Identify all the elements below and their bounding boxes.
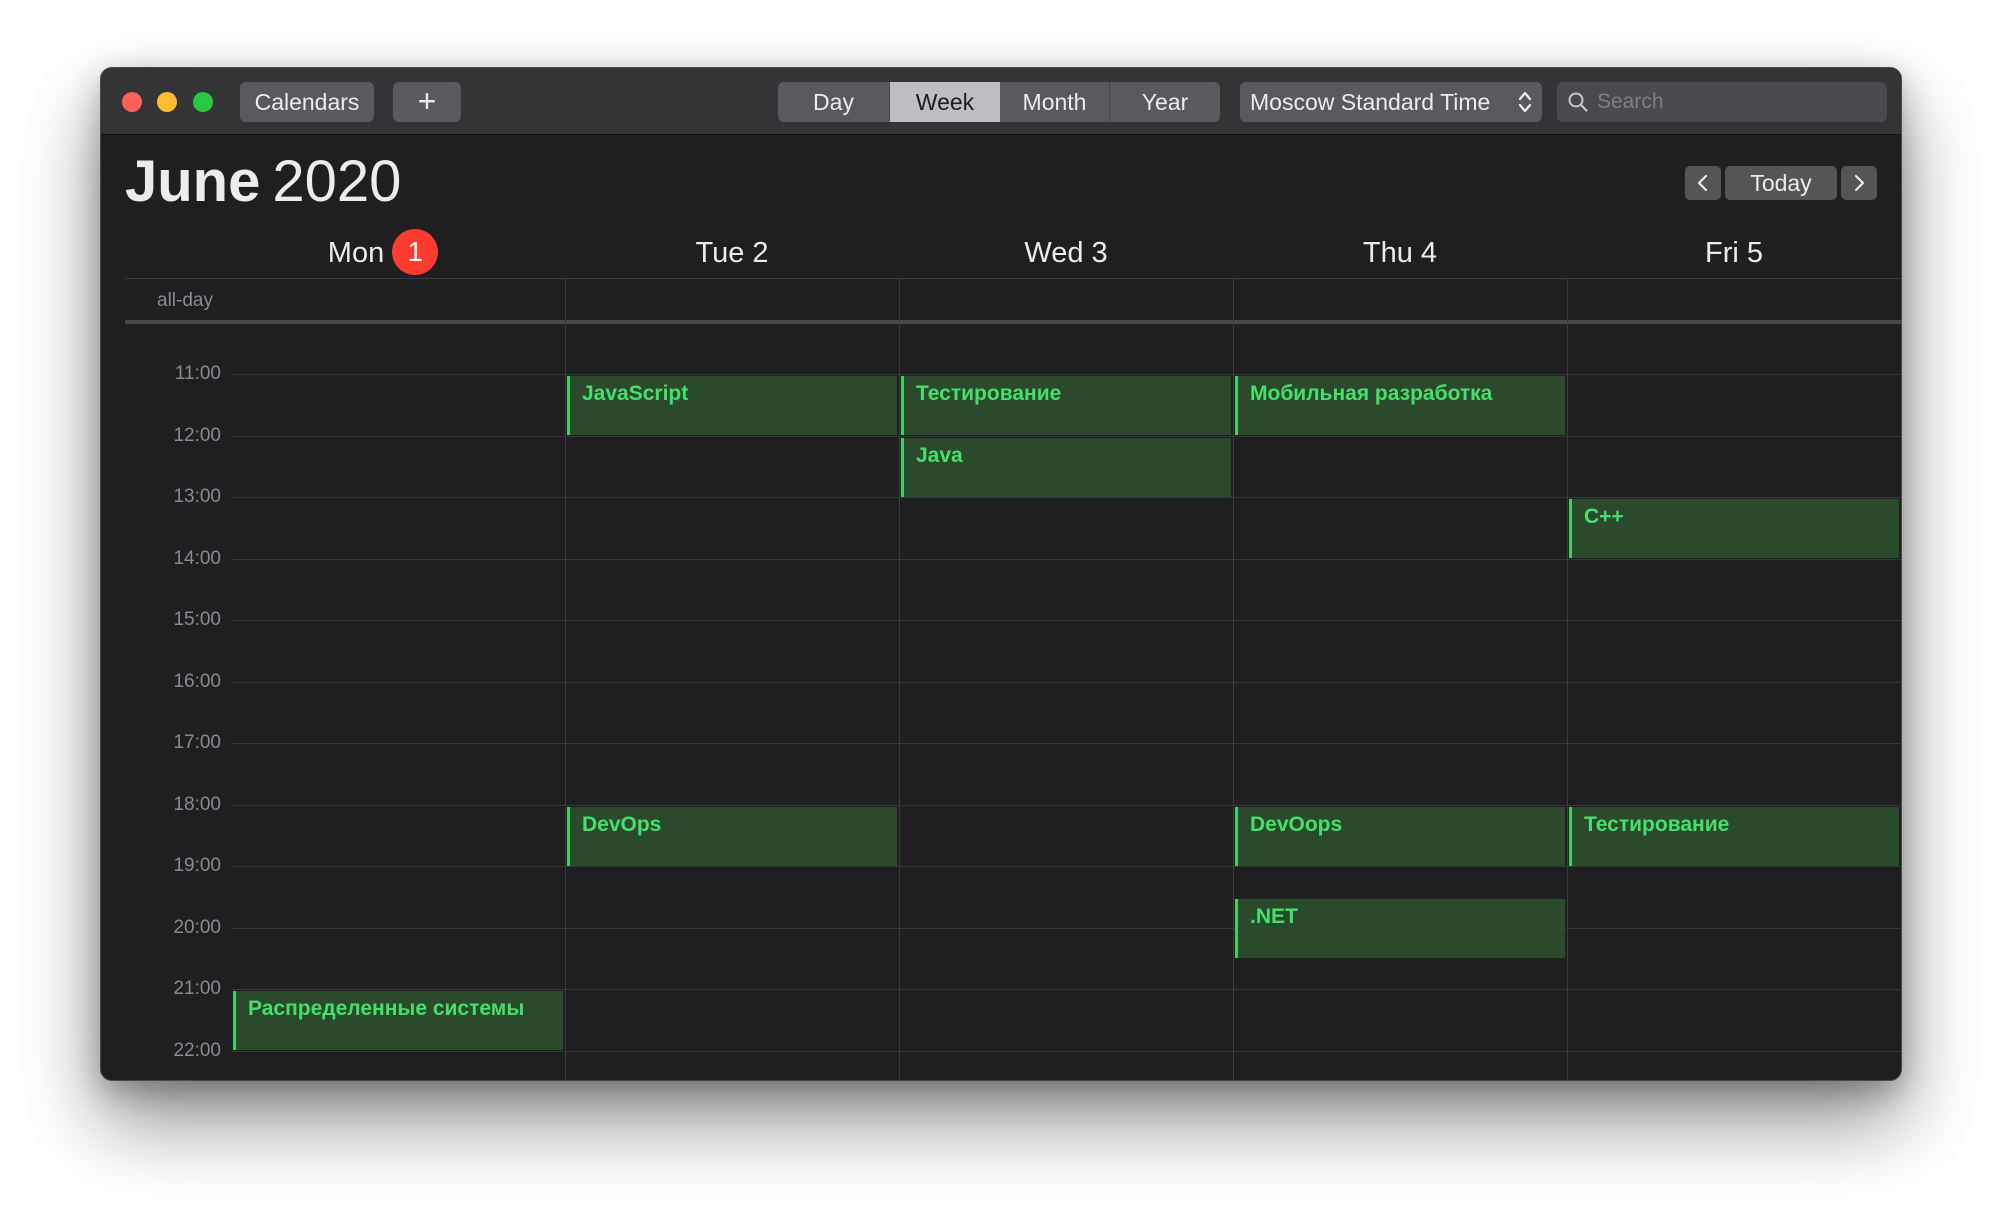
hour-gridline	[231, 743, 1901, 744]
event-title: .NET	[1250, 905, 1298, 928]
year-label: 2020	[272, 149, 402, 214]
view-day-tab[interactable]: Day	[778, 82, 890, 122]
hour-gridline	[231, 682, 1901, 683]
hour-gridline	[231, 436, 1901, 437]
event-title: DevOps	[582, 813, 662, 836]
minimize-window-button[interactable]	[157, 92, 177, 112]
calendar-event[interactable]: DevOps	[567, 807, 897, 866]
hour-gridline	[231, 989, 1901, 990]
column-divider	[565, 278, 566, 1080]
search-field[interactable]	[1557, 82, 1887, 122]
hour-gridline	[231, 497, 1901, 498]
timezone-label: Moscow Standard Time	[1250, 89, 1491, 115]
allday-label: all-day	[157, 290, 213, 311]
hour-label: 21:00	[173, 978, 221, 999]
hour-label: 11:00	[174, 363, 221, 384]
column-divider	[899, 278, 900, 1080]
hour-label: 20:00	[173, 917, 221, 938]
event-title: DevOops	[1250, 813, 1343, 836]
day-header-mon[interactable]: Mon 1	[231, 228, 535, 278]
today-date-badge: 1	[392, 229, 439, 276]
event-title: Тестирование	[916, 382, 1062, 405]
hour-label: 14:00	[173, 548, 221, 569]
updown-chevron-icon	[1518, 91, 1532, 113]
timezone-select[interactable]: Moscow Standard Time	[1240, 82, 1542, 122]
hour-label: 22:00	[173, 1040, 221, 1061]
hour-gridline	[231, 866, 1901, 867]
hour-gridline	[231, 805, 1901, 806]
search-icon	[1568, 92, 1588, 112]
day-header-wed[interactable]: Wed 3	[899, 228, 1233, 278]
chevron-left-icon	[1697, 174, 1708, 192]
column-divider	[1233, 278, 1234, 1080]
hour-label: 17:00	[173, 732, 221, 753]
calendar-event[interactable]: Тестирование	[901, 376, 1231, 435]
add-event-button[interactable]: +	[393, 82, 461, 122]
hour-label: 12:00	[173, 425, 221, 446]
month-title: June 2020	[125, 148, 401, 218]
calendar-event[interactable]: Мобильная разработка	[1235, 376, 1565, 435]
hour-gridline	[231, 620, 1901, 621]
event-title: C++	[1584, 505, 1624, 528]
hour-gridline	[231, 374, 1901, 375]
calendar-event[interactable]: Распределенные системы	[233, 991, 563, 1050]
toolbar: Calendars + Day Week Month Year Moscow S…	[101, 68, 1901, 135]
column-divider	[1567, 278, 1568, 1080]
day-header-fri[interactable]: Fri 5	[1567, 228, 1901, 278]
day-header-tue[interactable]: Tue 2	[565, 228, 899, 278]
hour-gridline	[231, 928, 1901, 929]
hour-label: 13:00	[173, 486, 221, 507]
allday-divider	[125, 320, 1901, 324]
calendar-window: Calendars + Day Week Month Year Moscow S…	[100, 67, 1902, 1081]
hour-gridline	[231, 1051, 1901, 1052]
hour-label: 18:00	[173, 794, 221, 815]
chevron-right-icon	[1854, 174, 1865, 192]
event-title: Мобильная разработка	[1250, 382, 1493, 405]
hour-label: 16:00	[173, 671, 221, 692]
event-title: Java	[916, 444, 963, 467]
day-name: Mon	[327, 237, 385, 269]
calendar-event[interactable]: Тестирование	[1569, 807, 1899, 866]
event-title: Тестирование	[1584, 813, 1730, 836]
close-window-button[interactable]	[122, 92, 142, 112]
header-divider	[125, 278, 1901, 279]
calendar-event[interactable]: Java	[901, 438, 1231, 497]
hour-label: 15:00	[173, 609, 221, 630]
calendars-button[interactable]: Calendars	[240, 82, 374, 122]
view-month-tab[interactable]: Month	[1000, 82, 1110, 122]
hour-gridline	[231, 559, 1901, 560]
view-week-tab[interactable]: Week	[890, 82, 1000, 122]
previous-week-button[interactable]	[1685, 166, 1721, 200]
event-title: Распределенные системы	[248, 997, 525, 1020]
calendar-event[interactable]: C++	[1569, 499, 1899, 558]
today-button[interactable]: Today	[1725, 166, 1837, 200]
month-name: June	[125, 149, 261, 214]
calendar-event[interactable]: .NET	[1235, 899, 1565, 958]
hour-label: 19:00	[173, 855, 221, 876]
day-header-thu[interactable]: Thu 4	[1233, 228, 1567, 278]
calendar-event[interactable]: DevOops	[1235, 807, 1565, 866]
zoom-window-button[interactable]	[193, 92, 213, 112]
next-week-button[interactable]	[1841, 166, 1877, 200]
view-switcher: Day Week Month Year	[778, 82, 1220, 122]
calendar-event[interactable]: JavaScript	[567, 376, 897, 435]
view-year-tab[interactable]: Year	[1110, 82, 1220, 122]
search-input[interactable]	[1597, 82, 1877, 122]
event-title: JavaScript	[582, 382, 689, 405]
